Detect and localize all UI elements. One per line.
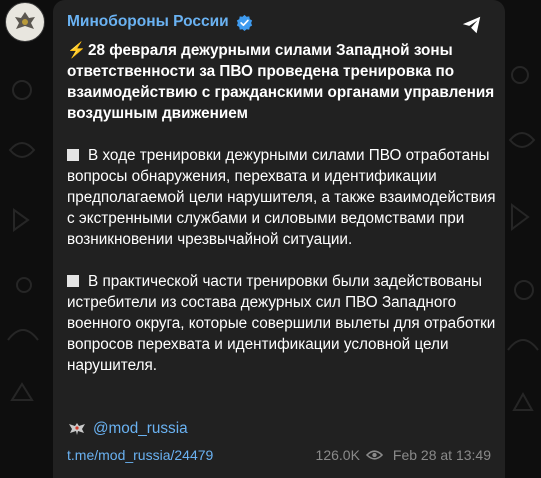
verified-badge-icon <box>236 14 252 31</box>
emblem-avatar-icon <box>15 12 35 29</box>
square-bullet-icon <box>67 149 79 161</box>
post-paragraph-headline: ⚡ 28 февраля дежурными силами Западной зо… <box>67 42 495 122</box>
message-footer: t.me/mod_russia/24479 126.0K Feb 28 at 1… <box>67 447 491 463</box>
post-paragraph: В практической части тренировки были зад… <box>67 273 496 374</box>
channel-avatar[interactable] <box>5 2 45 42</box>
channel-handle-link[interactable]: @mod_russia <box>93 420 188 438</box>
message-text: ⚡ 28 февраля дежурными силами Западной зо… <box>67 40 497 397</box>
channel-name[interactable]: Минобороны России <box>67 13 229 31</box>
post-date: Feb 28 at 13:49 <box>392 447 491 463</box>
view-count: 126.0K <box>315 447 360 463</box>
channel-handle-row: @mod_russia <box>67 420 188 438</box>
post-paragraph: В ходе тренировки дежурными силами ПВО о… <box>67 147 496 248</box>
eagle-emblem-icon <box>69 423 85 435</box>
message-header: Минобороны России <box>67 13 253 31</box>
lightning-icon: ⚡ <box>67 42 87 59</box>
post-link[interactable]: t.me/mod_russia/24479 <box>67 447 213 463</box>
message-card: Минобороны России ⚡ 28 февраля дежурными … <box>53 0 505 478</box>
share-icon[interactable] <box>461 14 483 36</box>
square-bullet-icon <box>67 275 79 287</box>
eye-icon <box>365 450 383 460</box>
